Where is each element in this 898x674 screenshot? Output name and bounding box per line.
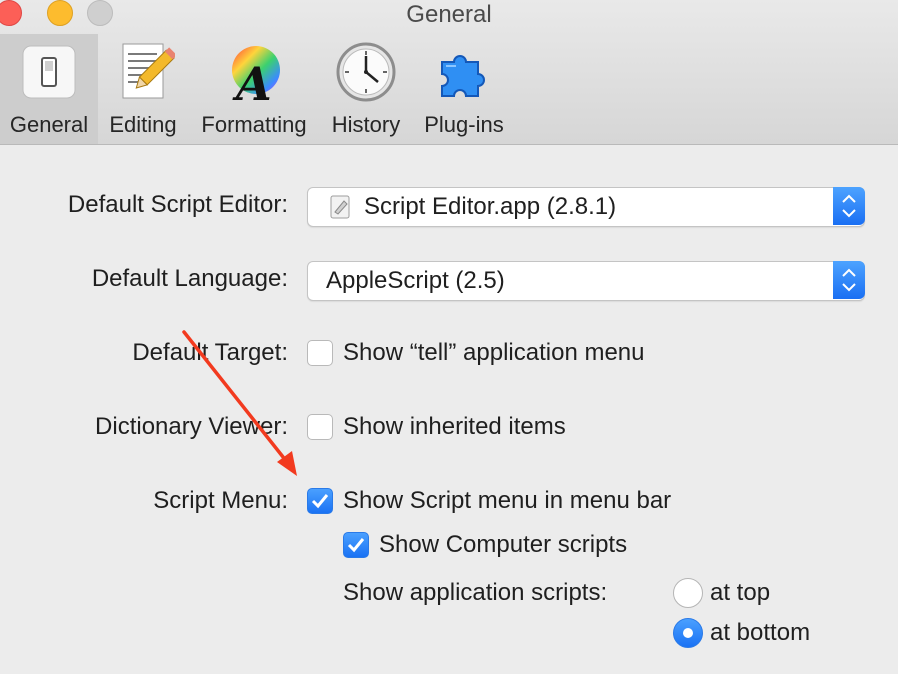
toolbar-tab-formatting[interactable]: A Formatting [194,34,314,144]
popup-stepper [833,187,865,225]
show-computer-scripts-text: Show Computer scripts [379,531,628,558]
svg-text:A: A [232,57,272,104]
toolbar-tab-history[interactable]: History [324,34,408,144]
at-top-radio[interactable] [673,578,703,608]
chevron-up-down-icon [842,268,856,292]
script-menu-label: Script Menu: [153,487,288,514]
at-bottom-text: at bottom [710,619,811,646]
title-bar: General General Editing A Formatting His… [0,0,898,145]
default-script-editor-value: Script Editor.app (2.8.1) [364,193,617,220]
default-language-popup[interactable]: AppleScript (2.5) [307,261,865,301]
show-script-menu-checkbox[interactable] [307,488,333,514]
window-title: General [406,1,492,28]
default-script-editor-popup[interactable]: Script Editor.app (2.8.1) [307,187,865,227]
default-target-label: Default Target: [132,339,288,366]
chevron-up-down-icon [842,194,856,218]
color-wheel-font-icon: A [222,40,286,111]
toolbar-tab-general[interactable]: General [0,34,98,144]
show-application-scripts-label: Show application scripts: [343,579,608,606]
toolbar-tab-label: Editing [109,112,177,137]
toolbar-tab-label: Plug-ins [424,112,504,137]
toolbar-tab-editing[interactable]: Editing [100,34,186,144]
show-tell-menu-text: Show “tell” application menu [343,339,645,366]
default-script-editor-label: Default Script Editor: [67,191,288,218]
checkmark-icon [347,538,365,553]
notepad-pencil-icon [111,40,177,104]
puzzle-piece-icon [432,40,496,104]
toolbar-tab-label: History [331,112,401,137]
at-bottom-radio[interactable] [673,618,703,648]
clock-icon [334,40,398,104]
show-inherited-items-checkbox[interactable] [307,414,333,440]
toolbar-tab-plug-ins[interactable]: Plug-ins [416,34,512,144]
toolbar-tab-label: General [9,112,89,137]
checkmark-icon [311,494,329,509]
popup-stepper [833,261,865,299]
toolbar-tab-label: Formatting [201,112,307,137]
default-language-value: AppleScript (2.5) [326,267,505,294]
switch-icon [17,40,81,104]
show-computer-scripts-checkbox[interactable] [343,532,369,558]
show-script-menu-text: Show Script menu in menu bar [343,487,672,514]
show-inherited-items-text: Show inherited items [343,413,566,440]
dictionary-viewer-label: Dictionary Viewer: [95,413,288,440]
script-editor-app-icon [328,194,354,225]
default-language-label: Default Language: [91,265,288,292]
show-tell-menu-checkbox[interactable] [307,340,333,366]
at-top-text: at top [710,579,771,606]
